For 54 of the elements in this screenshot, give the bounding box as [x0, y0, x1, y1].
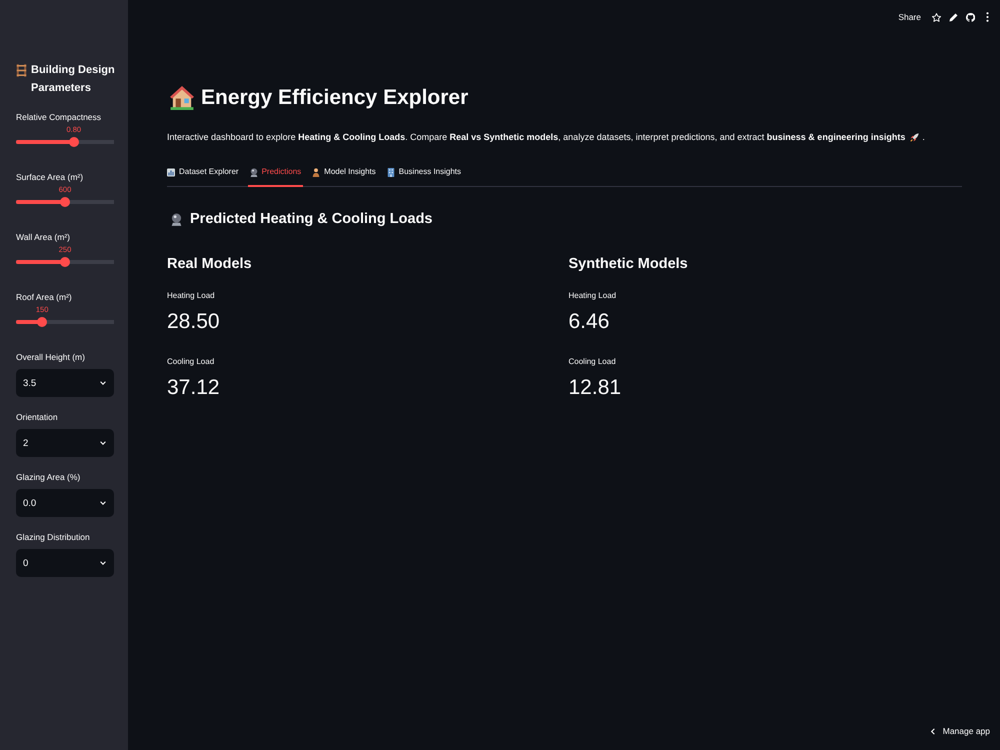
- rocket-icon: [910, 133, 920, 142]
- metric-label: Cooling Load: [568, 356, 617, 368]
- metric-value: 28.50: [167, 309, 221, 335]
- metric-value: 37.12: [167, 375, 221, 401]
- select-label: Glazing Distribution: [16, 531, 91, 543]
- slider-handle[interactable]: [60, 197, 70, 207]
- column-title: Synthetic Models: [568, 255, 689, 274]
- select-label: Overall Height (m): [16, 351, 86, 363]
- tab[interactable]: Model Insights: [310, 166, 378, 187]
- metric-value: 12.81: [568, 375, 622, 401]
- crystal-ball-icon: [171, 212, 182, 226]
- metric-label: Heating Load: [167, 290, 216, 302]
- select-field[interactable]: 0: [16, 549, 114, 577]
- select-field[interactable]: 3.5: [16, 369, 114, 397]
- section-title: Predicted Heating & Cooling Loads: [190, 210, 432, 229]
- tab[interactable]: Predictions: [248, 166, 304, 187]
- chevron-down-icon: [100, 501, 106, 505]
- chevron-left-icon: [930, 728, 935, 734]
- pencil-icon[interactable]: [949, 12, 958, 22]
- crystal-ball-icon: [250, 168, 258, 176]
- sidebar-title: Building Design Parameters: [31, 63, 116, 96]
- slider-label: Roof Area (m²): [16, 291, 73, 303]
- kebab-menu-icon[interactable]: [986, 12, 989, 22]
- bar-chart-icon: [167, 168, 175, 176]
- select-label: Glazing Area (%): [16, 471, 82, 483]
- house-icon: [170, 86, 194, 110]
- star-icon[interactable]: [932, 12, 941, 22]
- slider-handle[interactable]: [60, 257, 70, 267]
- github-icon[interactable]: [966, 12, 975, 22]
- column-title: Real Models: [167, 255, 253, 274]
- select-field[interactable]: 0.0: [16, 489, 114, 517]
- slider-handle[interactable]: [37, 317, 48, 327]
- description-end-text: .: [922, 131, 925, 144]
- metric-label: Heating Load: [568, 290, 618, 302]
- description-text: Interactive dashboard to explore Heating & Cooling Loads. Compare Real vs Synthetic models, analyze datasets, interpret predictions, and extract business & engineering insights: [167, 131, 906, 144]
- slider-handle[interactable]: [68, 137, 79, 147]
- person-icon: [312, 168, 320, 176]
- building-icon: [386, 168, 395, 176]
- page-title: Energy Efficiency Explorer: [201, 85, 468, 111]
- ladder-icon: [16, 64, 27, 77]
- chevron-down-icon: [100, 441, 106, 445]
- select-label: Orientation: [16, 411, 59, 423]
- select-field[interactable]: 2: [16, 429, 114, 457]
- slider-label: Relative Compactness: [16, 111, 102, 123]
- chevron-down-icon: [100, 561, 106, 565]
- metric-value: 6.46: [568, 309, 610, 335]
- slider-label: Wall Area (m²): [16, 231, 71, 243]
- chevron-down-icon: [100, 381, 106, 385]
- slider-label: Surface Area (m²): [16, 171, 84, 183]
- share-button[interactable]: Share: [898, 12, 921, 22]
- tab[interactable]: Business Insights: [384, 166, 464, 187]
- metric-label: Cooling Load: [167, 356, 216, 368]
- manage-app-button[interactable]: Manage app: [930, 726, 990, 736]
- tab[interactable]: Dataset Explorer: [167, 166, 241, 187]
